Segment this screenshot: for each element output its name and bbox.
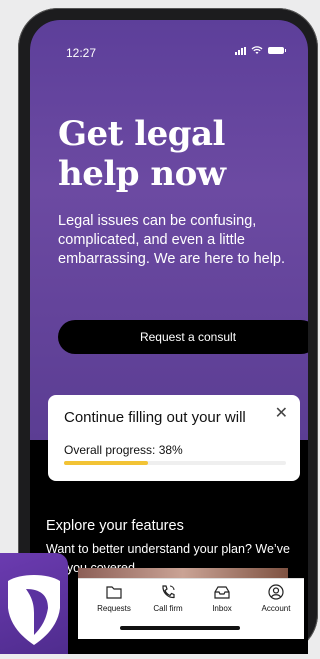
nav-label-inbox: Inbox xyxy=(212,604,232,613)
nav-label-call-firm: Call firm xyxy=(153,604,183,613)
phone-icon xyxy=(162,585,175,599)
app-screen: 12:27 Get legal help now Legal issues ca… xyxy=(30,20,308,654)
explore-title: Explore your features xyxy=(46,518,184,534)
hero-title-line1: Get legal xyxy=(58,114,225,154)
progress-fill xyxy=(64,461,149,465)
status-icons xyxy=(235,46,286,55)
close-icon[interactable]: ✕ xyxy=(275,403,288,423)
progress-track xyxy=(64,461,286,465)
hero-title-line2: help now xyxy=(58,154,226,194)
signal-icon xyxy=(235,46,246,55)
shield-icon xyxy=(8,575,60,645)
progress-label: Overall progress: 38% xyxy=(64,443,183,457)
hero-section: 12:27 Get legal help now Legal issues ca… xyxy=(30,20,308,440)
battery-icon xyxy=(268,47,286,54)
will-progress-card[interactable]: Continue filling out your will ✕ Overall… xyxy=(48,395,300,481)
hero-subtitle: Legal issues can be confusing, complicat… xyxy=(58,213,286,267)
nav-label-account: Account xyxy=(261,604,291,613)
nav-item-account[interactable]: Account xyxy=(248,583,304,613)
status-bar: 12:27 xyxy=(30,20,308,60)
app-logo xyxy=(0,553,68,654)
nav-item-requests[interactable]: Requests xyxy=(86,583,142,613)
hero-title: Get legal help now xyxy=(58,114,298,194)
nav-label-requests: Requests xyxy=(97,604,131,613)
home-indicator xyxy=(120,626,240,630)
nav-item-call-firm[interactable]: Call firm xyxy=(140,583,196,613)
folder-icon xyxy=(106,586,122,599)
user-icon xyxy=(268,584,284,600)
status-time: 12:27 xyxy=(66,46,97,60)
request-consult-button[interactable]: Request a consult xyxy=(58,320,308,354)
inbox-icon xyxy=(214,586,230,599)
wifi-icon xyxy=(251,46,263,54)
will-card-title: Continue filling out your will xyxy=(64,409,246,426)
nav-item-inbox[interactable]: Inbox xyxy=(194,583,250,613)
